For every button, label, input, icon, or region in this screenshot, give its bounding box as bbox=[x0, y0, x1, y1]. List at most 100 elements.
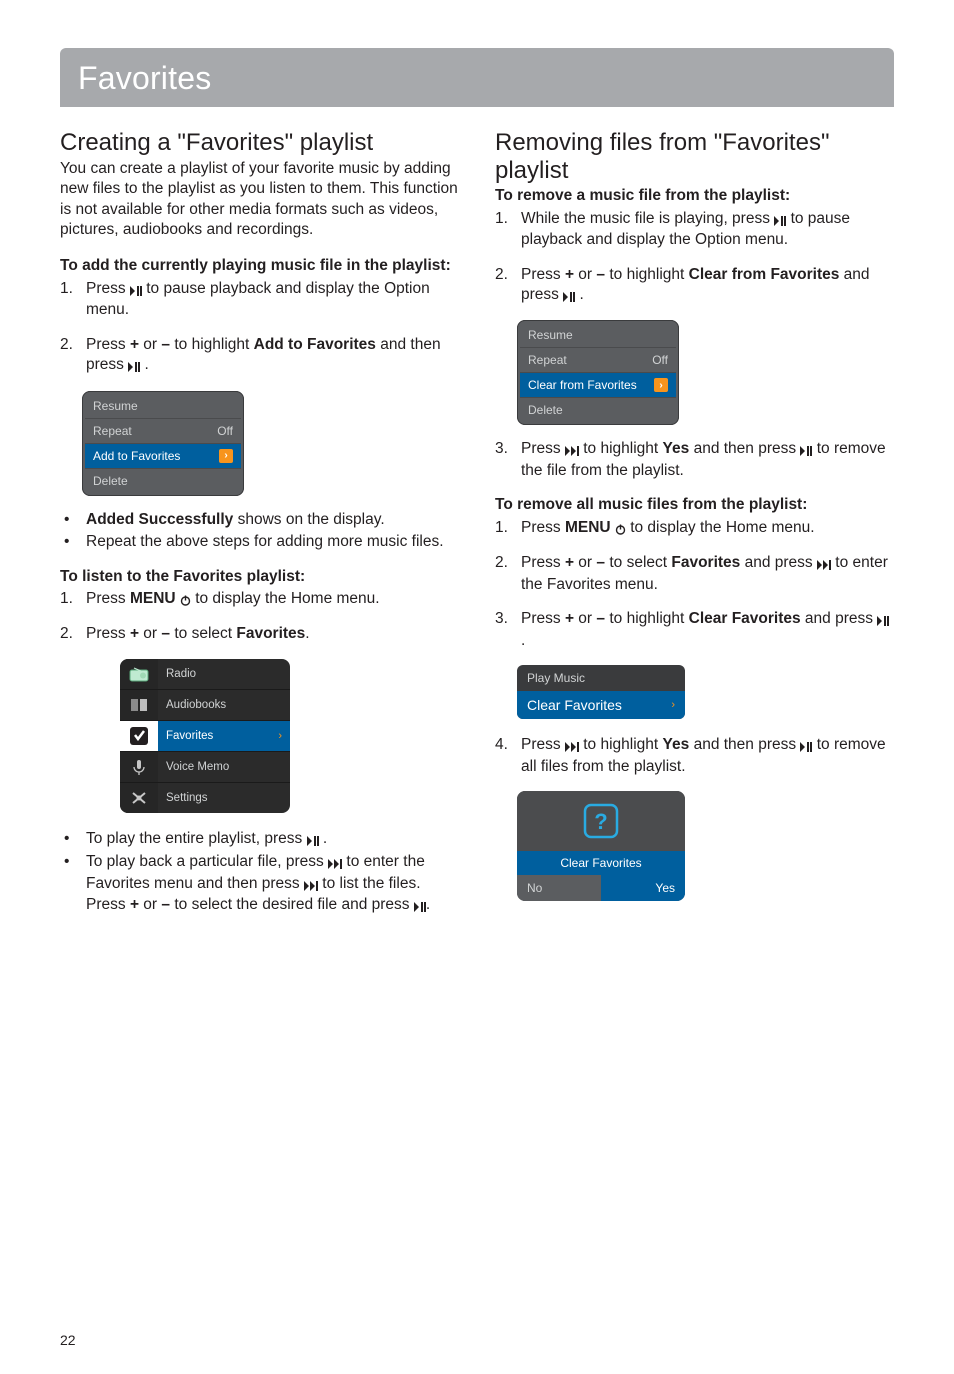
label: Play Music bbox=[527, 671, 585, 685]
menu-row-delete: Delete bbox=[85, 469, 241, 493]
add-notes: •Added Successfully shows on the display… bbox=[60, 510, 459, 553]
page-number: 22 bbox=[60, 1332, 76, 1348]
t: . bbox=[575, 286, 584, 303]
label: Add to Favorites bbox=[93, 449, 180, 463]
bullet-icon: • bbox=[60, 829, 86, 850]
listen-steps: 1. Press MENU to display the Home menu. bbox=[60, 589, 459, 610]
columns: Creating a "Favorites" playlist You can … bbox=[60, 129, 894, 931]
remove-step-3: 3. Press to highlight Yes and then press… bbox=[495, 439, 894, 481]
menu-row-repeat: RepeatOff bbox=[85, 419, 241, 444]
label: Clear from Favorites bbox=[528, 378, 637, 392]
add-steps-2: 2. Press + or – to highlight Add to Favo… bbox=[60, 335, 459, 377]
t: to select bbox=[605, 554, 671, 571]
menu-row-play-music: Play Music bbox=[517, 665, 685, 691]
bold: Add to Favorites bbox=[254, 336, 376, 353]
remove-step-1: 1. While the music file is playing, pres… bbox=[495, 209, 894, 251]
body: While the music file is playing, press t… bbox=[521, 209, 894, 251]
removeall-steps: 1. Press MENU to display the Home menu. bbox=[495, 518, 894, 539]
menu-row-resume: Resume bbox=[520, 323, 676, 348]
t: Press bbox=[521, 440, 565, 457]
power-icon bbox=[180, 590, 191, 610]
num: 2. bbox=[495, 265, 521, 307]
t: Press bbox=[521, 736, 565, 753]
plus: + bbox=[130, 336, 139, 353]
t: to highlight bbox=[605, 266, 689, 283]
note-1: •Added Successfully shows on the display… bbox=[60, 510, 459, 530]
home-row-favorites: Favorites› bbox=[120, 721, 290, 752]
plus: + bbox=[565, 554, 574, 571]
confirm-title: Clear Favorites bbox=[517, 851, 685, 875]
confirm-yes: Yes bbox=[601, 875, 685, 901]
plus: + bbox=[565, 266, 574, 283]
label: Resume bbox=[528, 328, 573, 342]
body: Press + or – to select Favorites. bbox=[86, 624, 459, 644]
removeall-steps-4: 4. Press to highlight Yes and then press… bbox=[495, 735, 894, 777]
removeall-steps-3: 3. Press + or – to highlight Clear Favor… bbox=[495, 609, 894, 651]
value: Off bbox=[652, 353, 668, 367]
num: 2. bbox=[60, 335, 86, 377]
heading-remove: Removing files from "Favorites" playlist bbox=[495, 129, 894, 184]
body: Press to highlight Yes and then press to… bbox=[521, 735, 894, 777]
page-title: Favorites bbox=[78, 60, 876, 97]
add-step-2: 2. Press + or – to highlight Add to Favo… bbox=[60, 335, 459, 377]
remove-steps: 1. While the music file is playing, pres… bbox=[495, 209, 894, 251]
label: Settings bbox=[158, 792, 290, 804]
chevron-right-icon: › bbox=[654, 378, 668, 392]
num: 1. bbox=[60, 279, 86, 321]
body: Press MENU to display the Home menu. bbox=[86, 589, 459, 610]
t: Press bbox=[86, 336, 130, 353]
confirm-no: No bbox=[517, 875, 601, 901]
next-icon bbox=[328, 853, 342, 873]
plus: + bbox=[130, 896, 139, 913]
t: While the music file is playing, press bbox=[521, 210, 774, 227]
body: Press + or – to highlight Add to Favorit… bbox=[86, 335, 459, 377]
play-pause-icon bbox=[130, 280, 142, 300]
play-pause-icon bbox=[563, 286, 575, 306]
t: and press bbox=[801, 610, 878, 627]
num: 3. bbox=[495, 439, 521, 481]
body: Press to pause playback and display the … bbox=[86, 279, 459, 321]
option-menu-add: Resume RepeatOff Add to Favorites› Delet… bbox=[82, 391, 244, 496]
left-column: Creating a "Favorites" playlist You can … bbox=[60, 129, 459, 931]
t: . bbox=[305, 625, 309, 642]
confirm-icon-area: ? bbox=[517, 791, 685, 851]
home-row-audiobooks: Audiobooks bbox=[120, 690, 290, 721]
title-bar: Favorites bbox=[60, 48, 894, 107]
svg-text:?: ? bbox=[594, 809, 607, 834]
num: 4. bbox=[495, 735, 521, 777]
play-pause-icon bbox=[774, 210, 786, 230]
t: Press bbox=[86, 590, 130, 607]
t: Press bbox=[521, 266, 565, 283]
next-icon bbox=[565, 736, 579, 756]
listen-step-2: 2. Press + or – to select Favorites. bbox=[60, 624, 459, 644]
t: or bbox=[574, 554, 596, 571]
t: to select bbox=[170, 625, 236, 642]
t: and then press bbox=[689, 440, 800, 457]
home-row-radio: Radio bbox=[120, 659, 290, 690]
body: Repeat the above steps for adding more m… bbox=[86, 532, 459, 552]
intro-text: You can create a playlist of your favori… bbox=[60, 159, 459, 241]
menu-label: MENU bbox=[130, 590, 176, 607]
minus: – bbox=[161, 896, 170, 913]
play-pause-icon bbox=[414, 896, 426, 916]
bold: Clear from Favorites bbox=[689, 266, 840, 283]
label: Resume bbox=[93, 399, 138, 413]
t: to highlight bbox=[170, 336, 254, 353]
t: To play the entire playlist, press bbox=[86, 830, 307, 847]
add-step-1: 1. Press to pause playback and display t… bbox=[60, 279, 459, 321]
play-note-2: •To play back a particular file, press t… bbox=[60, 852, 459, 916]
t: to display the Home menu. bbox=[191, 590, 380, 607]
question-icon: ? bbox=[581, 801, 621, 841]
t: and press bbox=[740, 554, 817, 571]
remove-steps-3: 3. Press to highlight Yes and then press… bbox=[495, 439, 894, 481]
minus: – bbox=[596, 610, 605, 627]
radio-icon bbox=[120, 659, 158, 689]
label: Radio bbox=[158, 668, 290, 680]
minus: – bbox=[596, 266, 605, 283]
play-pause-icon bbox=[128, 356, 140, 376]
removeall-step-1: 1. Press MENU to display the Home menu. bbox=[495, 518, 894, 539]
label: Favorites bbox=[158, 730, 278, 742]
minus: – bbox=[161, 336, 170, 353]
t: or bbox=[139, 625, 161, 642]
sub-add: To add the currently playing music file … bbox=[60, 256, 459, 276]
